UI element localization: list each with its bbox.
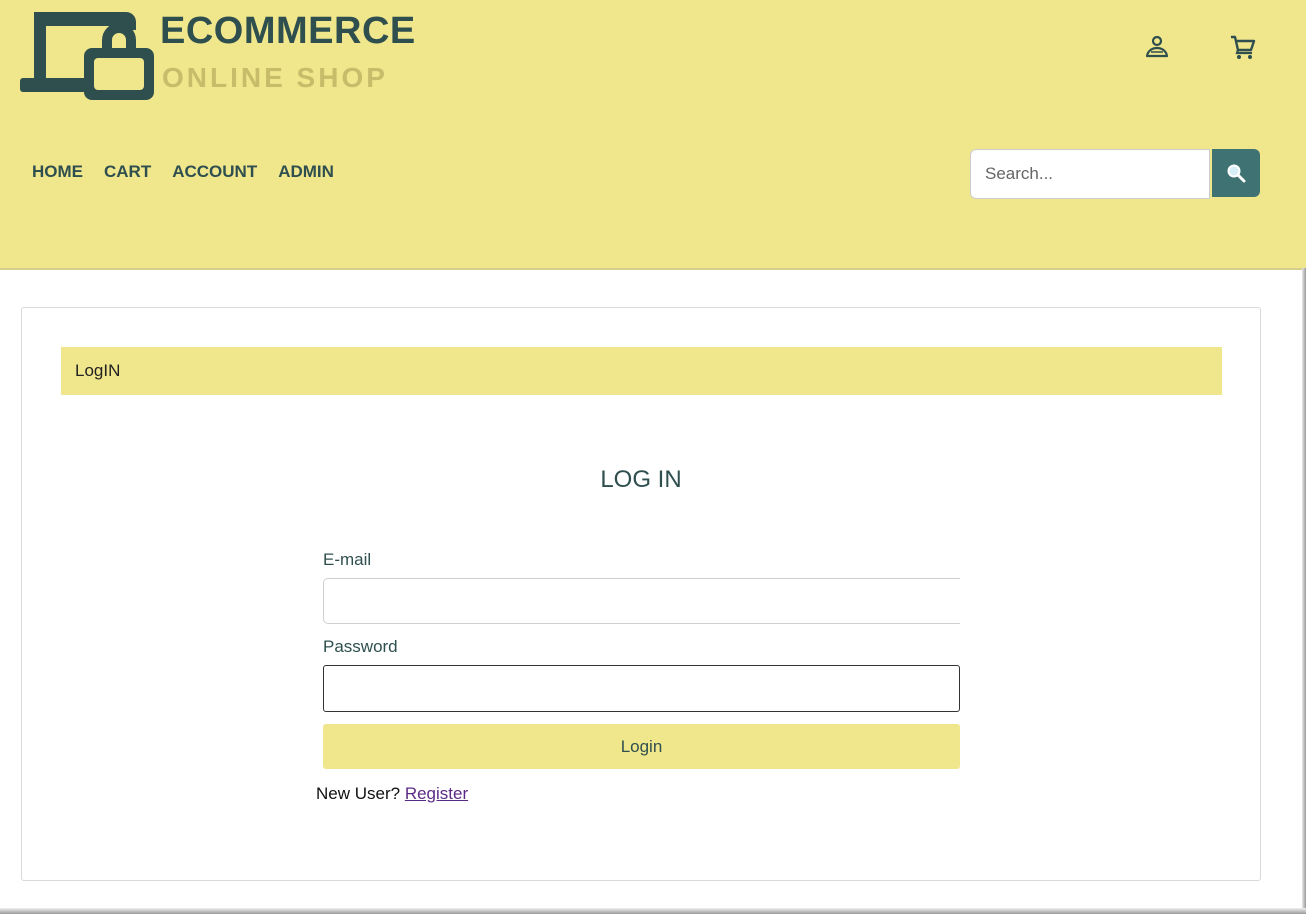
window-edge-right: [1302, 268, 1306, 914]
register-link[interactable]: Register: [405, 784, 468, 803]
search-bar: [970, 149, 1262, 201]
login-card: LogIN LOG IN E-mail Password Login New U…: [21, 307, 1261, 881]
search-button[interactable]: [1212, 149, 1260, 197]
laptop-lock-icon[interactable]: [18, 6, 158, 102]
user-icon: [1145, 35, 1169, 58]
breadcrumb: LogIN: [61, 347, 1222, 395]
brand-title: ECOMMERCE: [160, 10, 416, 52]
register-prompt: New User? Register: [316, 784, 468, 804]
cart-button[interactable]: [1228, 32, 1258, 62]
page-title: LOG IN: [600, 466, 682, 493]
password-field[interactable]: [323, 665, 960, 712]
window-edge-bottom: [0, 908, 1306, 914]
site-header: ECOMMERCE ONLINE SHOP HOME CART ACCOUNT …: [0, 0, 1306, 270]
email-label: E-mail: [323, 550, 372, 569]
cart-icon: [1231, 35, 1256, 59]
nav-admin[interactable]: ADMIN: [278, 162, 334, 182]
login-button[interactable]: Login: [323, 724, 960, 769]
breadcrumb-label: LogIN: [75, 361, 121, 380]
account-button[interactable]: [1142, 32, 1172, 62]
main-nav: HOME CART ACCOUNT ADMIN: [32, 162, 355, 182]
new-user-text: New User?: [316, 784, 401, 803]
nav-home[interactable]: HOME: [32, 162, 83, 182]
search-icon: [1227, 164, 1246, 183]
nav-account[interactable]: ACCOUNT: [172, 162, 257, 182]
password-label: Password: [323, 637, 398, 656]
search-input[interactable]: [970, 149, 1210, 199]
brand-subtitle: ONLINE SHOP: [162, 62, 388, 93]
email-field[interactable]: [323, 578, 960, 624]
nav-cart[interactable]: CART: [104, 162, 151, 182]
